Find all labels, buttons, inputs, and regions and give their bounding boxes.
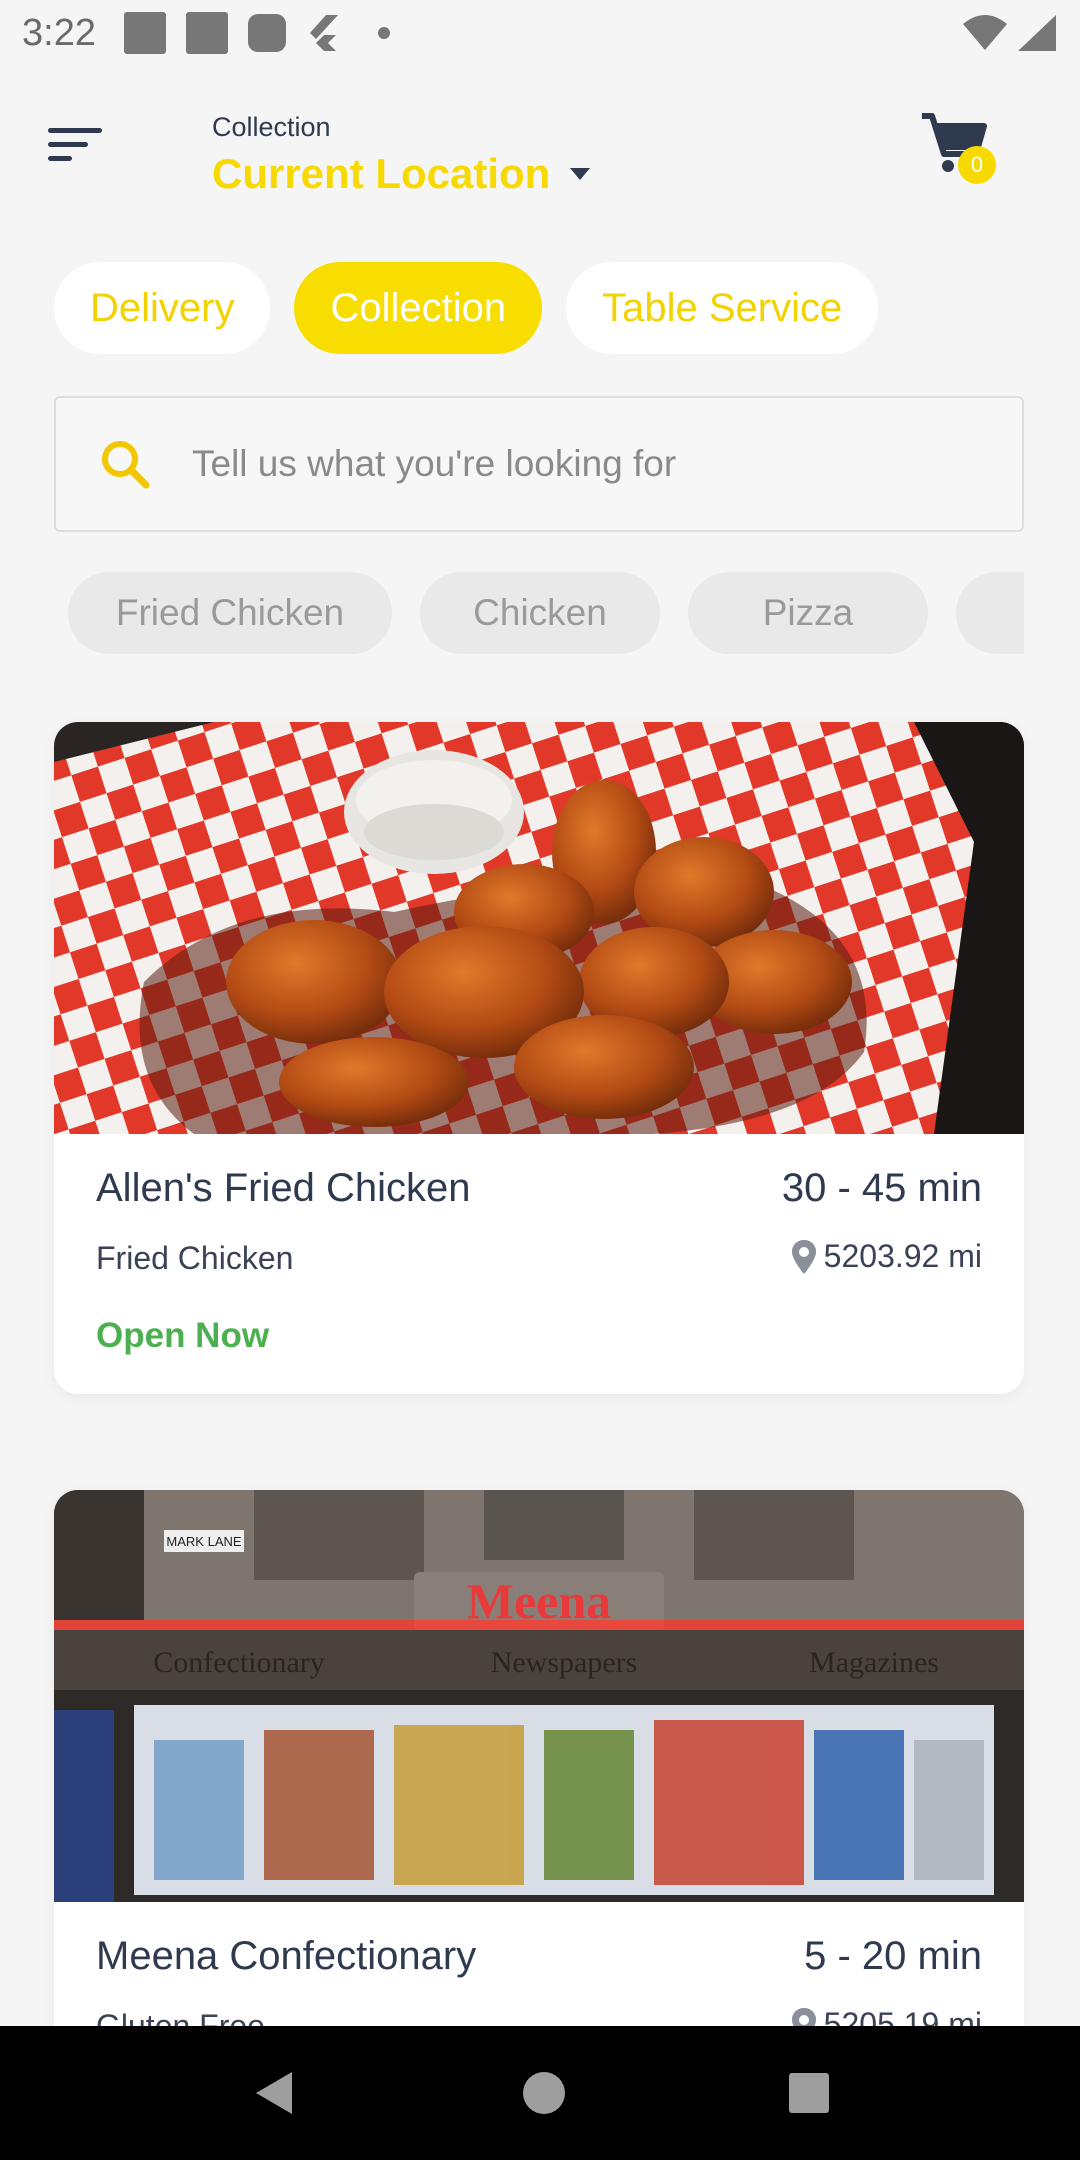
dropdown-arrow-icon bbox=[570, 168, 591, 180]
cuisine-label: Gluten Free bbox=[96, 2008, 265, 2026]
more-notifications-icon bbox=[377, 27, 390, 39]
back-icon[interactable] bbox=[250, 2068, 300, 2118]
app-header: Collection Current Location 0 bbox=[0, 100, 1080, 220]
signal-icon bbox=[1018, 15, 1056, 51]
search-icon bbox=[102, 441, 150, 489]
wifi-icon bbox=[963, 15, 1007, 50]
cuisine-label: Fried Chicken bbox=[96, 1240, 294, 1276]
distance: 5205.19 mi bbox=[791, 2006, 982, 2026]
flutter-icon bbox=[309, 15, 338, 51]
system-nav-bar bbox=[0, 2026, 1080, 2160]
search-input[interactable] bbox=[192, 443, 952, 485]
distance: 5203.92 mi bbox=[791, 1238, 982, 1275]
notification-icon bbox=[247, 14, 286, 52]
chip-pizza[interactable]: Pizza bbox=[688, 572, 928, 654]
chip-more[interactable] bbox=[956, 572, 1024, 654]
restaurant-card[interactable]: MARK LANE Meena Confectionary Newspapers… bbox=[54, 1490, 1024, 2026]
order-mode-label: Collection bbox=[212, 112, 331, 142]
chip-chicken[interactable]: Chicken bbox=[420, 572, 660, 654]
chip-fried-chicken[interactable]: Fried Chicken bbox=[68, 572, 392, 654]
open-status: Open Now bbox=[96, 1316, 270, 1355]
shopfront-photo: MARK LANE Meena Confectionary Newspapers… bbox=[54, 1490, 1024, 1902]
clock: 3:22 bbox=[22, 11, 96, 54]
street-sign-text: MARK LANE bbox=[166, 1534, 241, 1549]
distance-value: 5203.92 mi bbox=[823, 1238, 982, 1274]
home-icon[interactable] bbox=[521, 2070, 567, 2116]
cart-count-badge: 0 bbox=[958, 146, 996, 184]
order-mode-tabs: Delivery Collection Table Service bbox=[54, 262, 879, 354]
delivery-time: 30 - 45 min bbox=[781, 1166, 982, 1210]
tab-table-service[interactable]: Table Service bbox=[566, 262, 879, 354]
menu-icon-line bbox=[48, 156, 72, 161]
cart-button[interactable]: 0 bbox=[918, 108, 998, 188]
fried-chicken-photo bbox=[54, 722, 1024, 1134]
location-label: Current Location bbox=[212, 150, 551, 197]
location-pin-icon bbox=[791, 2007, 816, 2026]
restaurant-name: Meena Confectionary bbox=[96, 1934, 477, 1978]
location-selector[interactable]: Current Location bbox=[212, 150, 591, 198]
delivery-time: 5 - 20 min bbox=[804, 1934, 982, 1978]
notification-icon bbox=[185, 12, 228, 54]
shop-sign-word: Magazines bbox=[809, 1646, 939, 1679]
restaurant-photo bbox=[54, 722, 1024, 1134]
category-chips: Fried Chicken Chicken Pizza bbox=[68, 572, 1024, 654]
menu-icon-line bbox=[48, 142, 88, 147]
shop-sign-word: Confectionary bbox=[153, 1646, 325, 1679]
restaurant-info: Meena Confectionary 5 - 20 min Gluten Fr… bbox=[54, 1902, 1024, 2026]
menu-button[interactable] bbox=[48, 120, 108, 170]
menu-icon-line bbox=[48, 128, 102, 133]
tab-collection[interactable]: Collection bbox=[294, 262, 543, 354]
shop-sign-word: Newspapers bbox=[491, 1646, 638, 1679]
restaurant-photo: MARK LANE Meena Confectionary Newspapers… bbox=[54, 1490, 1024, 1902]
tab-delivery[interactable]: Delivery bbox=[54, 262, 271, 354]
notification-icon bbox=[123, 12, 166, 54]
location-pin-icon bbox=[791, 1239, 816, 1274]
restaurant-name: Allen's Fried Chicken bbox=[96, 1166, 471, 1210]
restaurant-info: Allen's Fried Chicken 30 - 45 min Fried … bbox=[54, 1134, 1024, 1394]
restaurant-card[interactable]: Allen's Fried Chicken 30 - 45 min Fried … bbox=[54, 722, 1024, 1394]
distance-value: 5205.19 mi bbox=[823, 2006, 982, 2026]
recents-icon[interactable] bbox=[788, 2072, 830, 2114]
status-bar: 3:22 bbox=[0, 0, 1080, 66]
search-bar bbox=[54, 396, 1024, 532]
